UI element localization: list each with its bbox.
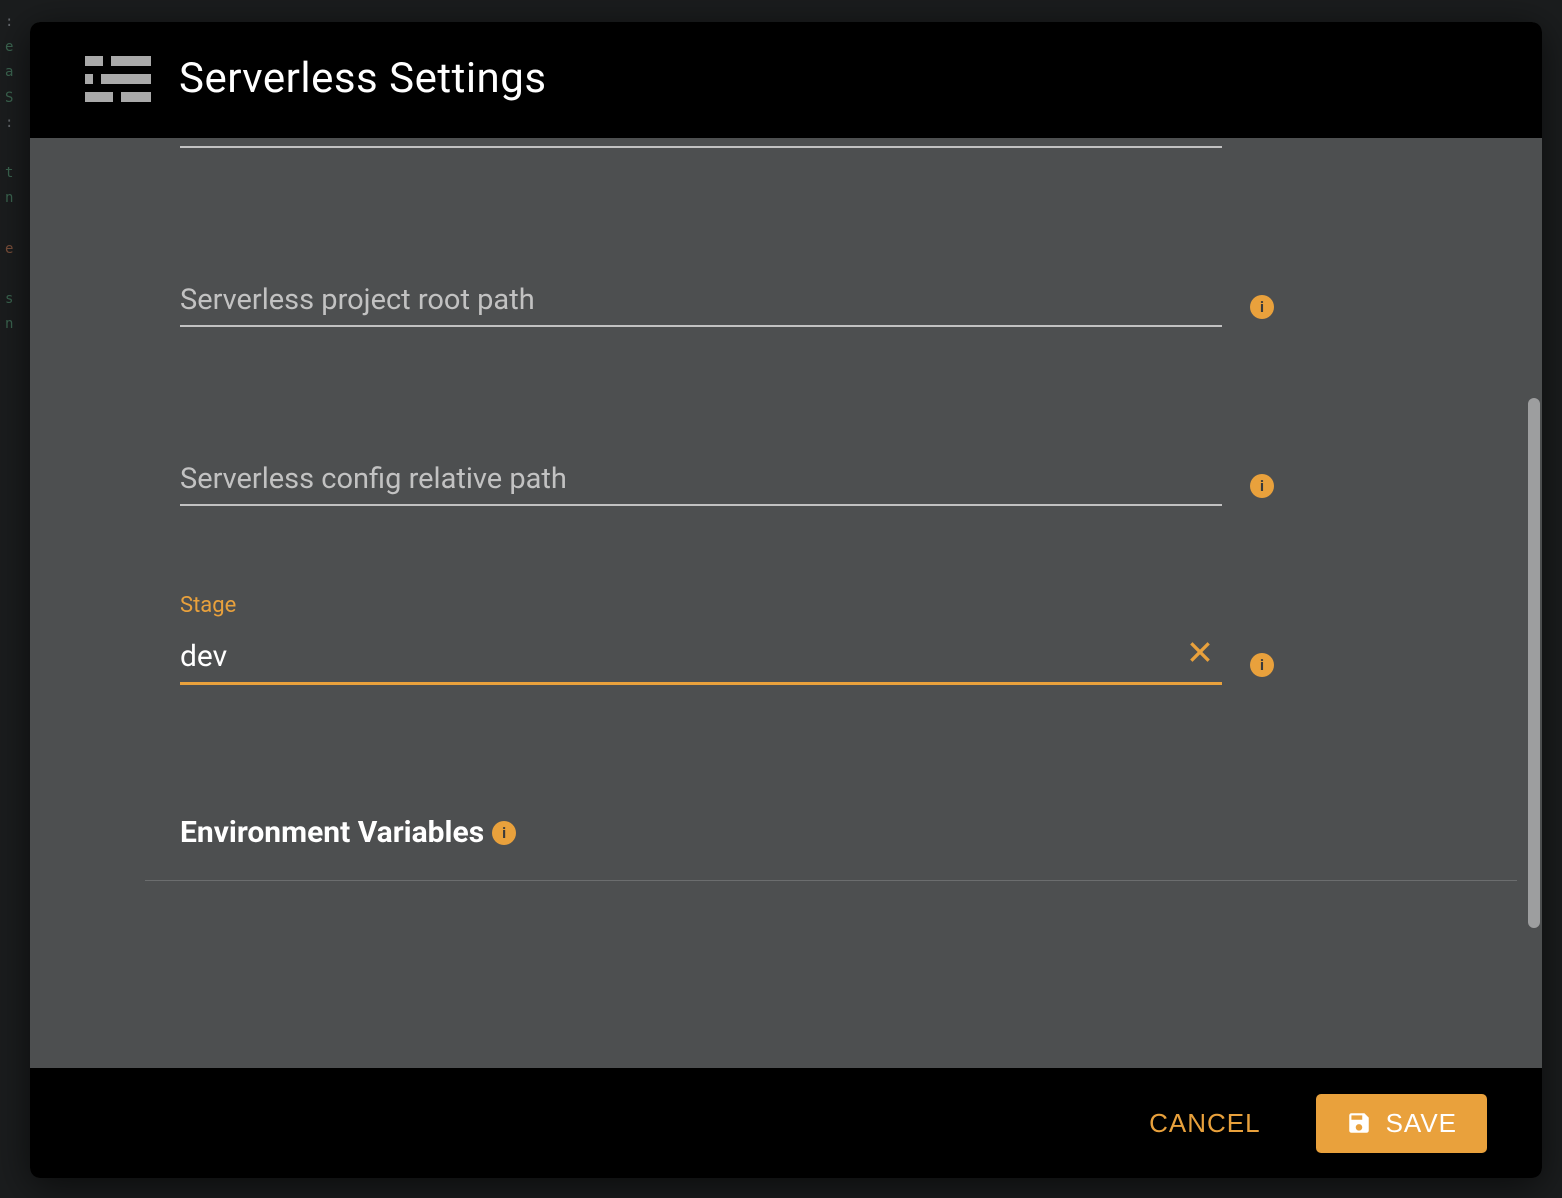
root-path-field[interactable]: Serverless project root path: [180, 263, 1222, 327]
config-path-row: Serverless config relative path i: [180, 442, 1502, 506]
prior-field-underline: [180, 138, 1222, 148]
env-vars-heading: Environment Variables i: [180, 815, 1502, 850]
cancel-button[interactable]: CANCEL: [1149, 1108, 1260, 1139]
info-icon[interactable]: i: [1250, 653, 1274, 677]
stage-row: Stage i: [180, 621, 1502, 685]
clear-icon[interactable]: [1186, 638, 1214, 666]
dialog-body: Serverless project root path i Serverles…: [30, 138, 1542, 1068]
root-path-placeholder: Serverless project root path: [180, 283, 535, 317]
stage-field[interactable]: Stage: [180, 621, 1222, 685]
section-divider: [145, 880, 1517, 881]
save-button-label: SAVE: [1386, 1108, 1457, 1139]
info-icon[interactable]: i: [1250, 295, 1274, 319]
stage-label: Stage: [180, 593, 236, 618]
stage-input[interactable]: [180, 639, 1222, 674]
root-path-row: Serverless project root path i: [180, 263, 1502, 327]
dialog-title: Serverless Settings: [179, 54, 547, 103]
serverless-logo-icon: [85, 52, 151, 104]
scrollbar-thumb[interactable]: [1528, 398, 1540, 928]
save-icon: [1346, 1110, 1372, 1136]
save-button[interactable]: SAVE: [1316, 1094, 1487, 1153]
dialog-header: Serverless Settings: [30, 22, 1542, 138]
dialog-footer: CANCEL SAVE: [30, 1068, 1542, 1178]
info-icon[interactable]: i: [492, 821, 516, 845]
config-path-placeholder: Serverless config relative path: [180, 462, 567, 496]
settings-dialog: Serverless Settings Serverless project r…: [30, 22, 1542, 1178]
prior-field-row: [180, 138, 1502, 148]
info-icon[interactable]: i: [1250, 474, 1274, 498]
config-path-field[interactable]: Serverless config relative path: [180, 442, 1222, 506]
env-vars-heading-text: Environment Variables: [180, 815, 484, 850]
